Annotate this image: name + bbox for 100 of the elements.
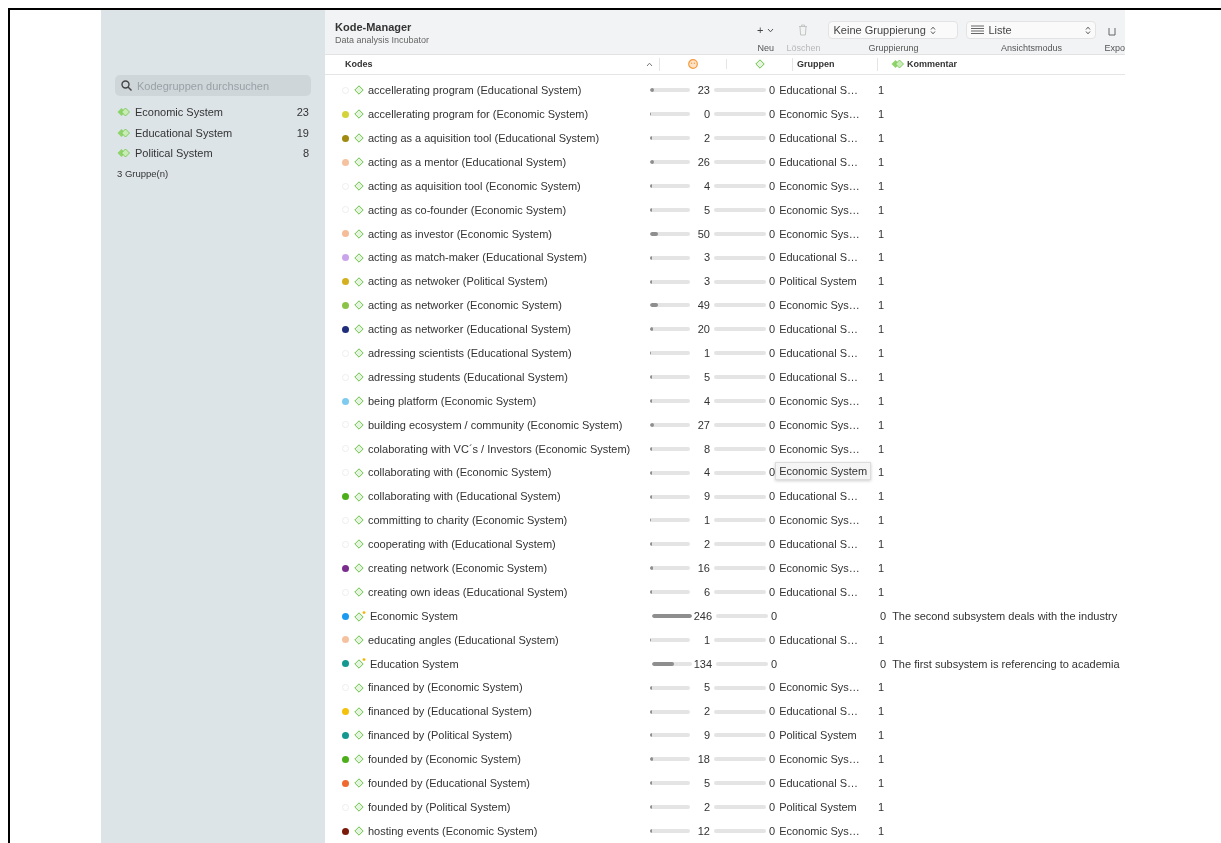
code-name[interactable]: financed by (Educational System) (368, 703, 650, 720)
code-icon (354, 778, 364, 789)
group-text: Economic Sys… (779, 562, 860, 574)
count-text: 20 (696, 322, 710, 338)
count-text: 1 (702, 346, 710, 361)
code-group-icon (117, 127, 130, 138)
group-text: Educational S… (779, 705, 858, 718)
code-name[interactable]: acting as investor (Economic System) (368, 225, 650, 243)
count-text: 246 (692, 608, 712, 624)
code-name[interactable]: accellerating program for (Economic System) (368, 106, 650, 123)
progress-track (714, 757, 766, 762)
code-name[interactable]: cooperating with (Educational System) (368, 536, 650, 553)
progress-track (714, 637, 766, 642)
group-text: Educational S… (779, 323, 858, 336)
group-text: Educational S… (779, 490, 858, 503)
count-text: 4 (702, 393, 710, 409)
count-text: 16 (696, 561, 710, 576)
count-text: 5 (702, 776, 710, 791)
comment-count: 0 (879, 656, 887, 672)
code-name[interactable]: collaborating with (Economic System) (368, 464, 650, 481)
code-icon (354, 396, 364, 406)
code-name[interactable]: creating own ideas (Educational System) (368, 583, 650, 601)
sidebar-item[interactable]: Political System 8 (115, 143, 311, 164)
count-text: 2 (702, 704, 710, 720)
sidebar-item[interactable]: Economic System 23 (115, 102, 311, 123)
code-icon (354, 730, 364, 741)
code-name[interactable]: adressing scientists (Educational System) (368, 345, 650, 362)
code-icon (354, 682, 364, 693)
count-text: 0 (769, 513, 776, 529)
code-name[interactable]: acting as a mentor (Educational System) (368, 153, 650, 171)
code-name[interactable]: acting as networker (Educational System) (368, 321, 650, 338)
count-text: 9 (702, 489, 710, 505)
progress-track (714, 351, 766, 356)
comment-count: 1 (877, 226, 885, 242)
group-text: Educational S… (779, 155, 858, 168)
code-name[interactable]: founded by (Economic System) (368, 751, 650, 768)
group-text: Economic Sys… (779, 681, 860, 694)
code-name[interactable]: accellerating program (Educational System) (368, 82, 650, 99)
code-name[interactable]: acting as netwoker (Political System) (368, 273, 650, 290)
code-icon (354, 85, 364, 96)
code-name[interactable]: educating angles (Educational System) (368, 631, 650, 649)
group-text: Educational S… (779, 777, 858, 789)
comment-count: 1 (877, 154, 885, 170)
count-text: 0 (769, 799, 776, 815)
toolbar-label: Ansichtsmodus (1000, 42, 1062, 55)
code-icon (354, 515, 364, 526)
column-header[interactable]: Kommentar (907, 57, 957, 71)
count-text: 0 (769, 393, 776, 409)
code-name[interactable]: Education System (370, 655, 652, 673)
code-icon (354, 348, 364, 359)
count-text: 0 (769, 298, 776, 314)
code-name[interactable]: acting as a aquisition tool (Educational System) (368, 129, 650, 147)
code-name[interactable]: creating network (Economic System) (368, 560, 650, 577)
code-name[interactable]: financed by (Economic System) (368, 679, 650, 696)
column-header[interactable]: Gruppen (797, 58, 835, 69)
count-text: 0 (769, 632, 776, 648)
progress-track (714, 207, 766, 212)
count-text: 9 (702, 728, 710, 744)
code-name[interactable]: adressing students (Educational System) (368, 368, 650, 386)
group-text: Political System (779, 800, 857, 813)
code-icon (354, 802, 364, 813)
new-button[interactable]: + (753, 21, 779, 39)
count-text: 2 (702, 537, 710, 553)
code-name[interactable]: being platform (Economic System) (368, 392, 650, 410)
view-mode-select[interactable]: Liste (966, 21, 1097, 39)
code-name[interactable]: committing to charity (Economic System) (368, 512, 650, 529)
code-name[interactable]: acting as match-maker (Educational System) (368, 249, 650, 266)
code-name[interactable]: financed by (Political System) (368, 727, 650, 744)
code-name[interactable]: founded by (Political System) (368, 798, 650, 816)
group-count: 3 Gruppe(n) (116, 166, 170, 181)
code-group-icon (891, 59, 904, 70)
progress-track (714, 375, 766, 380)
code-name[interactable]: collaborating with (Educational System) (368, 488, 650, 505)
code-name[interactable]: acting as co-founder (Economic System) (368, 201, 650, 219)
progress-track (714, 422, 766, 427)
toolbar-label: Expo (1104, 42, 1125, 55)
group-text: Economic Sys… (779, 179, 860, 192)
code-name[interactable]: acting as aquisition tool (Economic System) (368, 177, 650, 195)
grouping-select[interactable]: Keine Gruppierung (828, 21, 959, 39)
count-text: 0 (769, 465, 776, 481)
code-icon (354, 706, 364, 717)
count-text: 0 (769, 537, 776, 553)
code-name[interactable]: Economic System (370, 607, 652, 625)
code-name[interactable]: hosting events (Economic System) (368, 822, 650, 840)
group-text: Educational S… (779, 538, 858, 551)
group-text: Educational S… (779, 370, 858, 383)
code-name[interactable]: acting as networker (Economic System) (368, 297, 650, 314)
column-header[interactable]: Kodes (345, 57, 373, 71)
chevron-icon (1085, 25, 1092, 35)
code-name[interactable]: colaborating with VC´s / Investors (Economic System) (368, 440, 650, 458)
comment-count: 1 (877, 561, 885, 576)
code-name[interactable]: building ecosystem / community (Economic System) (368, 416, 650, 434)
sidebar-item[interactable]: Educational System 19 (115, 122, 311, 143)
count-text: 0 (769, 274, 776, 290)
code-group-icon (117, 148, 130, 159)
count-text: 8 (702, 441, 710, 457)
code-name[interactable]: founded by (Educational System) (368, 775, 650, 792)
comment-count: 1 (877, 346, 885, 361)
code-icon (354, 634, 364, 645)
progress-track (714, 255, 766, 260)
